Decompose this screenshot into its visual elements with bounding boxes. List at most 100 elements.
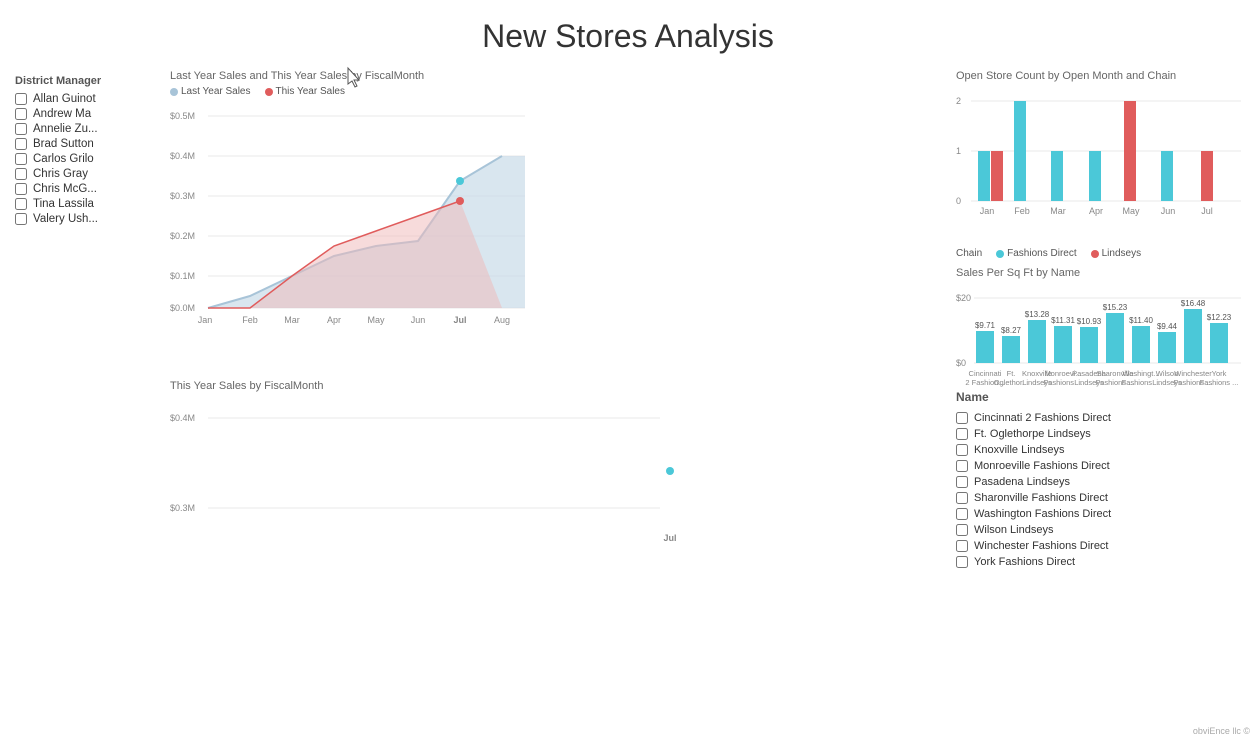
name-list-checkbox-8[interactable]	[956, 540, 968, 552]
name-list-item-7[interactable]: Wilson Lindseys	[956, 524, 1246, 536]
svg-text:$15.23: $15.23	[1103, 303, 1128, 312]
bottom-chart-panel: This Year Sales by FiscalMonth $0.4M $0.…	[160, 375, 941, 733]
name-list-checkbox-7[interactable]	[956, 524, 968, 536]
svg-text:May: May	[367, 315, 385, 325]
svg-text:$0.5M: $0.5M	[170, 111, 195, 121]
svg-text:Feb: Feb	[1014, 206, 1030, 216]
last-year-label: Last Year Sales	[181, 86, 251, 97]
this-year-label: This Year Sales	[276, 86, 346, 97]
sidebar-label-1: Andrew Ma	[33, 108, 91, 120]
fashions-direct-dot	[996, 250, 1004, 258]
name-list-checkbox-2[interactable]	[956, 444, 968, 456]
svg-text:$16.48: $16.48	[1181, 299, 1206, 308]
legend-this-year: This Year Sales	[265, 86, 346, 97]
name-list-checkbox-3[interactable]	[956, 460, 968, 472]
svg-text:York: York	[1212, 369, 1227, 378]
footer: obviEnce llc ©	[1187, 724, 1256, 738]
svg-text:$0.0M: $0.0M	[170, 303, 195, 313]
name-list-label-0: Cincinnati 2 Fashions Direct	[974, 412, 1111, 424]
svg-text:$0.3M: $0.3M	[170, 503, 195, 513]
sidebar-item-4[interactable]: Carlos Grilo	[15, 153, 145, 165]
sidebar-checkbox-1[interactable]	[15, 108, 27, 120]
sidebar-item-1[interactable]: Andrew Ma	[15, 108, 145, 120]
svg-text:$12.23: $12.23	[1207, 313, 1232, 322]
sidebar-checkbox-4[interactable]	[15, 153, 27, 165]
sidebar-item-7[interactable]: Tina Lassila	[15, 198, 145, 210]
name-list-label-9: York Fashions Direct	[974, 556, 1075, 568]
line-chart-svg: $0.5M $0.4M $0.3M $0.2M $0.1M $0.0M	[170, 101, 540, 331]
sidebar-label-3: Brad Sutton	[33, 138, 94, 150]
svg-text:Jan: Jan	[980, 206, 995, 216]
svg-text:Cincinnati: Cincinnati	[969, 369, 1002, 378]
name-list-checkbox-6[interactable]	[956, 508, 968, 520]
sidebar-checkbox-7[interactable]	[15, 198, 27, 210]
name-list-label-3: Monroeville Fashions Direct	[974, 460, 1110, 472]
fashions-direct-label: Fashions Direct	[1007, 248, 1076, 259]
name-list-checkbox-1[interactable]	[956, 428, 968, 440]
this-year-dot	[265, 88, 273, 96]
name-list-checkbox-5[interactable]	[956, 492, 968, 504]
sidebar-label-4: Carlos Grilo	[33, 153, 94, 165]
svg-text:Aug: Aug	[494, 315, 510, 325]
sales-sqft-title: Sales Per Sq Ft by Name	[956, 267, 1246, 279]
sidebar-label-2: Annelie Zu...	[33, 123, 98, 135]
svg-text:Jun: Jun	[1161, 206, 1176, 216]
sidebar-item-0[interactable]: Allan Guinot	[15, 93, 145, 105]
sidebar-checkbox-5[interactable]	[15, 168, 27, 180]
svg-text:Jul: Jul	[453, 315, 466, 325]
svg-text:Jul: Jul	[663, 533, 676, 543]
sidebar-checkbox-6[interactable]	[15, 183, 27, 195]
sidebar-item-8[interactable]: Valery Ush...	[15, 213, 145, 225]
svg-text:Apr: Apr	[327, 315, 341, 325]
svg-text:Jan: Jan	[198, 315, 213, 325]
svg-text:Washingt...: Washingt...	[1122, 369, 1159, 378]
right-top-charts: Open Store Count by Open Month and Chain…	[956, 70, 1246, 380]
svg-text:May: May	[1122, 206, 1140, 216]
name-list-item-2[interactable]: Knoxville Lindseys	[956, 444, 1246, 456]
main-layout: District Manager Allan GuinotAndrew MaAn…	[0, 65, 1256, 733]
name-list-item-9[interactable]: York Fashions Direct	[956, 556, 1246, 568]
line-chart-panel: Last Year Sales and This Year Sales by F…	[160, 65, 941, 375]
svg-text:$8.27: $8.27	[1001, 326, 1022, 335]
this-year-chart-svg: $0.4M $0.3M Jul	[170, 396, 670, 586]
sidebar-item-2[interactable]: Annelie Zu...	[15, 123, 145, 135]
sidebar-label-8: Valery Ush...	[33, 213, 98, 225]
sidebar-items: Allan Guinot Andrew Ma Annelie Zu... Brad S…	[15, 93, 145, 225]
sidebar-label-0: Allan Guinot	[33, 93, 96, 105]
name-list-checkbox-4[interactable]	[956, 476, 968, 488]
sidebar-item-6[interactable]: Chris McG...	[15, 183, 145, 195]
bar-chart-legend: Chain Fashions Direct Lindseys	[956, 248, 1246, 259]
name-list-item-8[interactable]: Winchester Fashions Direct	[956, 540, 1246, 552]
sidebar-item-3[interactable]: Brad Sutton	[15, 138, 145, 150]
svg-text:Mar: Mar	[284, 315, 300, 325]
svg-text:Ft.: Ft.	[1007, 369, 1016, 378]
svg-text:Apr: Apr	[1089, 206, 1103, 216]
name-list-checkbox-0[interactable]	[956, 412, 968, 424]
name-list-item-3[interactable]: Monroeville Fashions Direct	[956, 460, 1246, 472]
name-list-checkbox-9[interactable]	[956, 556, 968, 568]
sidebar-checkbox-3[interactable]	[15, 138, 27, 150]
sidebar-checkbox-2[interactable]	[15, 123, 27, 135]
svg-text:$9.44: $9.44	[1157, 322, 1178, 331]
open-store-chart-panel: Open Store Count by Open Month and Chain…	[956, 70, 1246, 259]
name-list-item-4[interactable]: Pasadena Lindseys	[956, 476, 1246, 488]
name-list-label-5: Sharonville Fashions Direct	[974, 492, 1108, 504]
name-list-item-5[interactable]: Sharonville Fashions Direct	[956, 492, 1246, 504]
chain-label: Chain	[956, 248, 982, 259]
sidebar-item-5[interactable]: Chris Gray	[15, 168, 145, 180]
name-list-label-7: Wilson Lindseys	[974, 524, 1053, 536]
svg-text:$20: $20	[956, 293, 971, 303]
sidebar-checkbox-0[interactable]	[15, 93, 27, 105]
sidebar-label-7: Tina Lassila	[33, 198, 94, 210]
svg-text:Jun: Jun	[411, 315, 426, 325]
name-list-item-6[interactable]: Washington Fashions Direct	[956, 508, 1246, 520]
svg-text:$0.1M: $0.1M	[170, 271, 195, 281]
open-store-chart-title: Open Store Count by Open Month and Chain	[956, 70, 1246, 82]
svg-text:Feb: Feb	[242, 315, 258, 325]
line-chart-title: Last Year Sales and This Year Sales by F…	[170, 70, 931, 82]
name-list-label-8: Winchester Fashions Direct	[974, 540, 1109, 552]
name-list-label-6: Washington Fashions Direct	[974, 508, 1111, 520]
sidebar-checkbox-8[interactable]	[15, 213, 27, 225]
name-list-item-0[interactable]: Cincinnati 2 Fashions Direct	[956, 412, 1246, 424]
name-list-item-1[interactable]: Ft. Oglethorpe Lindseys	[956, 428, 1246, 440]
